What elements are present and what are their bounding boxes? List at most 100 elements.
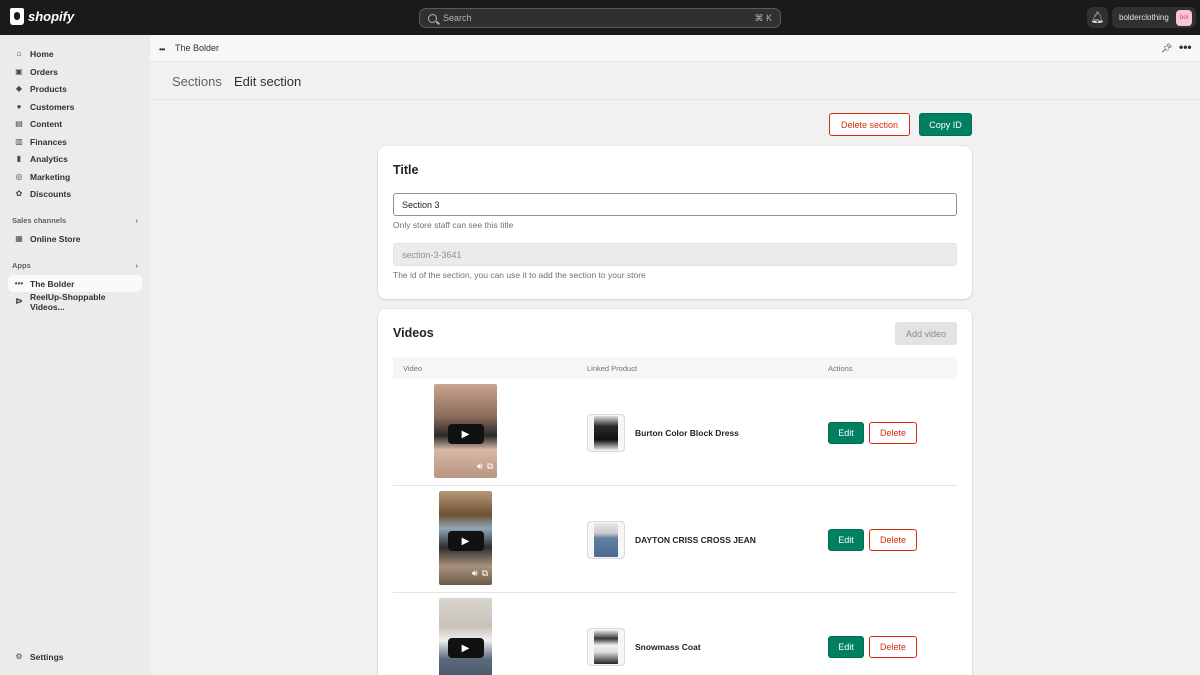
breadcrumb-parent[interactable]: Sections — [172, 74, 222, 89]
chevron-right-icon: › — [135, 216, 139, 225]
video-thumbnail[interactable]: ▶ 🔊︎ ⧉ — [434, 384, 497, 478]
notifications-button[interactable]: 🔔︎ — [1087, 7, 1108, 28]
id-help-text: The id of the section, you can use it to… — [393, 270, 646, 280]
sidebar-item-label: ReelUp-Shoppable Videos... — [29, 291, 106, 312]
section-title-value: Section 3 — [402, 199, 440, 210]
videos-card-heading: Videos — [393, 326, 434, 340]
column-header-actions: Actions — [828, 364, 853, 373]
more-actions-icon[interactable]: ••• — [1179, 40, 1192, 54]
delete-video-button[interactable]: Delete — [869, 636, 917, 658]
sales-channels-label: Sales channels — [12, 216, 67, 225]
section-id-field[interactable]: section-3-3641 — [393, 243, 957, 266]
volume-icon[interactable]: 🔊︎ — [472, 568, 478, 579]
sidebar-item-label: Orders — [30, 66, 58, 77]
apps-label: Apps — [12, 261, 31, 270]
video-thumbnail[interactable]: ▶ 🔊︎ ⧉ — [439, 491, 492, 585]
sidebar-item-label: Home — [30, 48, 54, 59]
discount-icon: ✿ — [15, 189, 23, 198]
sidebar-item-content[interactable]: ▤ Content — [8, 115, 142, 132]
search-shortcut: ⌘ K — [754, 12, 772, 23]
sidebar-item-label: Settings — [30, 651, 64, 662]
table-row: ▶ Snowmass Coat Edit Delete — [393, 593, 957, 675]
picture-in-picture-icon[interactable]: ⧉ — [482, 568, 488, 579]
search-input[interactable]: Search ⌘ K — [419, 8, 781, 28]
bell-icon: 🔔︎ — [1090, 12, 1105, 24]
store-menu-button[interactable]: bolderclothing bol — [1112, 7, 1196, 28]
avatar: bol — [1176, 9, 1192, 26]
app-icon: ••• — [159, 45, 165, 54]
bank-icon: ▥ — [15, 137, 23, 146]
sidebar-item-settings[interactable]: ⚙ Settings — [8, 648, 142, 665]
delete-video-button[interactable]: Delete — [869, 422, 917, 444]
delete-section-button[interactable]: Delete section — [829, 113, 910, 136]
edit-video-button[interactable]: Edit — [828, 529, 864, 551]
title-card-heading: Title — [393, 163, 419, 177]
product-thumbnail — [587, 628, 625, 666]
sidebar-item-finances[interactable]: ▥ Finances — [8, 133, 142, 150]
product-thumbnail — [587, 414, 625, 452]
top-bar: shopify Search ⌘ K 🔔︎ bolderclothing bol — [0, 0, 1200, 35]
videos-card: Videos Add video Video Linked Product Ac… — [378, 309, 972, 675]
play-icon[interactable]: ▶ — [447, 424, 484, 444]
section-title-field[interactable]: Section 3 — [393, 193, 957, 216]
sidebar-item-discounts[interactable]: ✿ Discounts — [8, 185, 142, 202]
gear-icon: ⚙ — [15, 652, 23, 661]
search-placeholder: Search — [443, 13, 472, 23]
shopify-bag-icon — [10, 8, 24, 25]
sidebar-item-label: Marketing — [30, 171, 71, 182]
sidebar-item-orders[interactable]: ▣ Orders — [8, 63, 142, 80]
add-video-button[interactable]: Add video — [895, 322, 957, 345]
edit-video-button[interactable]: Edit — [828, 636, 864, 658]
sidebar-item-reelup[interactable]: ᐅ ReelUp-Shoppable Videos... — [8, 291, 142, 312]
app-name: The Bolder — [175, 43, 220, 53]
sidebar-item-label: The Bolder — [30, 278, 75, 289]
chevron-right-icon: › — [135, 261, 139, 270]
breadcrumb: Sections Edit section — [150, 62, 1200, 100]
sidebar-item-label: Products — [30, 83, 67, 94]
play-icon[interactable]: ▶ — [447, 531, 484, 551]
edit-video-button[interactable]: Edit — [828, 422, 864, 444]
delete-video-button[interactable]: Delete — [869, 529, 917, 551]
reelup-icon: ᐅ — [15, 297, 23, 306]
sidebar-item-the-bolder[interactable]: ••• The Bolder — [8, 275, 142, 292]
table-row: ▶ 🔊︎ ⧉ DAYTON CRISS CROSS JEAN Edit Delet… — [393, 486, 957, 593]
sidebar-item-products[interactable]: ◆ Products — [8, 80, 142, 97]
sidebar-item-online-store[interactable]: ▦ Online Store — [8, 230, 142, 247]
sidebar-item-label: Content — [30, 118, 63, 129]
store-icon: ▦ — [15, 234, 23, 243]
product-image — [594, 523, 618, 557]
picture-in-picture-icon[interactable]: ⧉ — [487, 461, 493, 472]
video-thumbnail[interactable]: ▶ — [439, 598, 492, 675]
sidebar-item-analytics[interactable]: ▮ Analytics — [8, 150, 142, 167]
dots-app-icon: ••• — [14, 279, 24, 288]
product-thumbnail — [587, 521, 625, 559]
app-header: ••• The Bolder 📌︎ ••• — [150, 35, 1200, 62]
sidebar-item-label: Discounts — [30, 188, 72, 199]
videos-table-header: Video Linked Product Actions — [393, 357, 957, 379]
title-card: Title Section 3 Only store staff can see… — [378, 146, 972, 299]
shopify-logo[interactable]: shopify — [10, 8, 74, 25]
sidebar: ⌂ Home ▣ Orders ◆ Products ● Customers ▤… — [0, 35, 150, 675]
copy-id-button[interactable]: Copy ID — [919, 113, 972, 136]
pin-icon[interactable]: 📌︎ — [1161, 43, 1172, 54]
sidebar-item-customers[interactable]: ● Customers — [8, 98, 142, 115]
volume-icon[interactable]: 🔊︎ — [477, 461, 483, 472]
sidebar-item-label: Online Store — [30, 233, 81, 244]
product-image — [594, 630, 618, 664]
content-icon: ▤ — [15, 119, 23, 128]
sales-channels-header[interactable]: Sales channels › — [12, 216, 138, 225]
search-icon — [428, 13, 437, 23]
sidebar-item-home[interactable]: ⌂ Home — [8, 45, 142, 62]
logo-text: shopify — [28, 9, 75, 24]
apps-header[interactable]: Apps › — [12, 261, 138, 270]
play-icon[interactable]: ▶ — [447, 638, 484, 658]
bar-chart-icon: ▮ — [16, 154, 22, 163]
home-icon: ⌂ — [16, 49, 22, 58]
product-name: Burton Color Block Dress — [635, 428, 739, 438]
sidebar-item-marketing[interactable]: ◎ Marketing — [8, 168, 142, 185]
title-help-text: Only store staff can see this title — [393, 220, 514, 230]
target-icon: ◎ — [15, 172, 23, 181]
store-name: bolderclothing — [1119, 13, 1169, 22]
product-name: DAYTON CRISS CROSS JEAN — [635, 535, 756, 545]
product-image — [594, 416, 618, 450]
